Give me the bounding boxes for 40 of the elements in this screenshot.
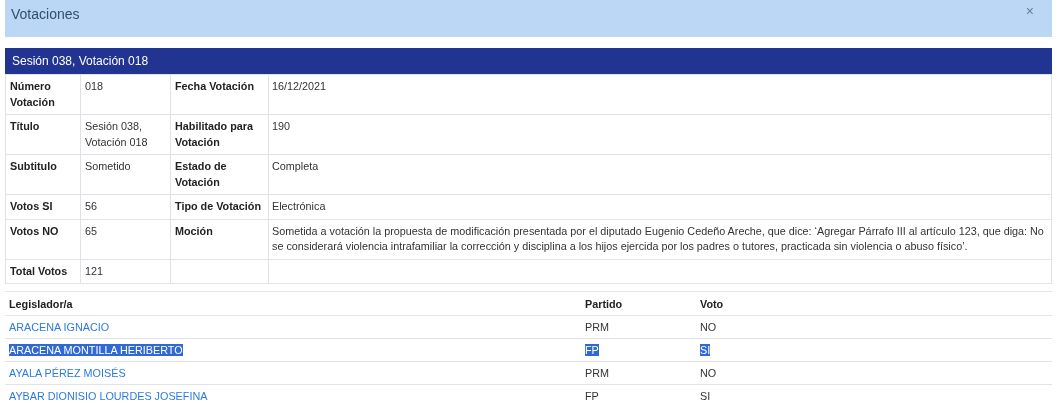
- field-value: Sesión 038, Votación 018: [85, 120, 148, 148]
- field-value: 190: [272, 120, 290, 132]
- field-label: Número Votación: [10, 80, 55, 108]
- field-label: Total Votos: [10, 264, 68, 277]
- field-value: Electrónica: [272, 200, 326, 212]
- party-text: FP: [585, 390, 599, 402]
- vote-text: NO: [700, 321, 717, 333]
- field-label: Habilitado para Votación: [175, 120, 253, 148]
- field-label: Subtitulo: [10, 160, 57, 172]
- field-label: Moción: [175, 224, 213, 237]
- section-title: Sesión 038, Votación 018: [12, 54, 149, 68]
- close-button[interactable]: ×: [1025, 3, 1034, 19]
- legislator-link[interactable]: AYBAR DIONISIO LOURDES JOSEFINA: [9, 390, 208, 402]
- field-label: Votos SI: [10, 200, 53, 212]
- legislator-link[interactable]: ARACENA MONTILLA HERIBERTO: [9, 344, 183, 356]
- vote-text: NO: [700, 367, 717, 379]
- field-value: Completa: [272, 160, 319, 172]
- legislator-link[interactable]: AYALA PÉREZ MOISÉS: [9, 367, 126, 379]
- field-value: 56: [85, 200, 97, 212]
- vote-text: SI: [700, 390, 711, 402]
- dialog-title: Votaciones: [11, 6, 80, 22]
- column-header: Legislador/a: [9, 298, 73, 310]
- party-text: PRM: [585, 321, 609, 333]
- party-text: FP: [585, 344, 599, 356]
- field-value: 018: [85, 80, 103, 92]
- field-value: 65: [85, 224, 97, 237]
- field-label: Fecha Votación: [175, 80, 254, 92]
- legislator-link[interactable]: ARACENA IGNACIO: [9, 321, 110, 333]
- party-text: PRM: [585, 367, 609, 379]
- field-value: Sometido: [85, 160, 131, 172]
- field-label: Votos NO: [10, 224, 59, 237]
- field-value: 121: [85, 264, 103, 277]
- column-header: Voto: [700, 298, 724, 310]
- column-header: Partido: [585, 298, 623, 310]
- field-label: Título: [10, 120, 40, 132]
- field-label: Estado de Votación: [175, 160, 227, 188]
- field-label: Tipo de Votación: [175, 200, 261, 212]
- vote-text: SI: [700, 344, 711, 356]
- field-value: Sometida a votación la propuesta de modificación presentada por el diputado Eugenio Cedeño Areche, que dice: ‘Agregar Párrafo III al artículo 123, que diga: No se considerará violencia intrafamiliar la corrección y disciplina a los hijos ejercida por los padres o tutores, practicada sin violencia o abuso físico’.: [272, 224, 1044, 252]
- field-value: 16/12/2021: [272, 80, 327, 92]
